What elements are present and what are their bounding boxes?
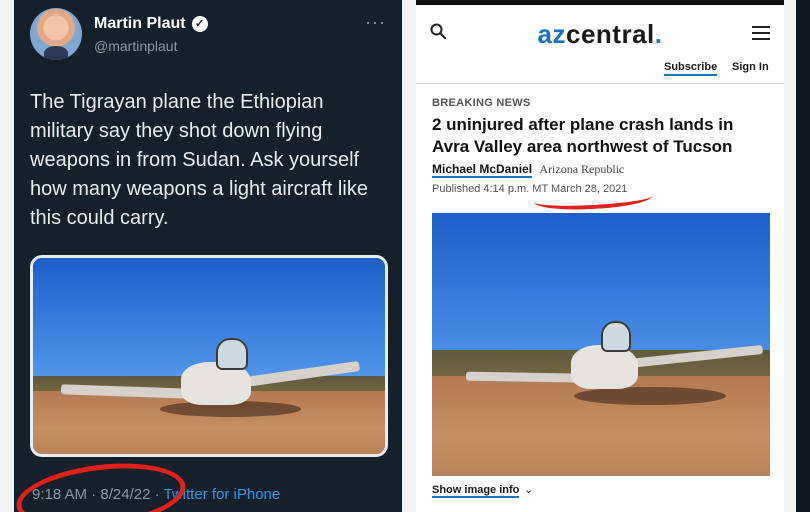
plane-canopy	[601, 320, 632, 353]
logo-dot: .	[654, 19, 663, 49]
tweet-panel: Martin Plaut ✓ @martinplaut ··· The Tigr…	[14, 0, 402, 512]
header-divider	[416, 83, 784, 84]
author-name[interactable]: Martin Plaut ✓	[94, 15, 208, 33]
logo-rest: central	[565, 19, 655, 49]
show-image-info-link[interactable]: Show image info	[432, 484, 520, 498]
red-circle-annotation	[14, 454, 190, 512]
more-options-icon[interactable]: ···	[365, 12, 386, 33]
author-link[interactable]: Michael McDaniel	[432, 162, 533, 178]
subscribe-link[interactable]: Subscribe	[664, 61, 718, 76]
tweet-image[interactable]	[30, 255, 388, 457]
plane-crash-photo	[432, 213, 770, 476]
logo-prefix: az	[537, 19, 566, 49]
article-headline: 2 uninjured after plane crash lands in A…	[432, 115, 734, 156]
azcentral-logo[interactable]: azcentral.	[416, 19, 784, 50]
right-edge-strip	[796, 0, 810, 512]
article-panel: azcentral. Subscribe Sign In BREAKING NE…	[416, 0, 784, 512]
chevron-down-icon[interactable]: ⌄	[524, 483, 533, 496]
sign-in-link[interactable]: Sign In	[732, 61, 769, 73]
plane-crash-photo	[33, 258, 385, 454]
breaking-news-label: BREAKING NEWS	[432, 97, 531, 109]
outlet-name: Arizona Republic	[539, 162, 625, 176]
article-image[interactable]	[432, 213, 770, 476]
verified-badge-icon: ✓	[191, 16, 208, 32]
author-name-text: Martin Plaut	[94, 15, 186, 32]
plane-shadow	[573, 386, 727, 405]
plane-canopy	[216, 338, 248, 370]
hamburger-menu-icon[interactable]	[752, 26, 770, 40]
byline: Michael McDaniel Arizona Republic	[432, 162, 625, 178]
author-handle[interactable]: @martinplaut	[94, 38, 177, 54]
avatar[interactable]	[30, 8, 82, 60]
tweet-text: The Tigrayan plane the Ethiopian militar…	[30, 91, 368, 229]
